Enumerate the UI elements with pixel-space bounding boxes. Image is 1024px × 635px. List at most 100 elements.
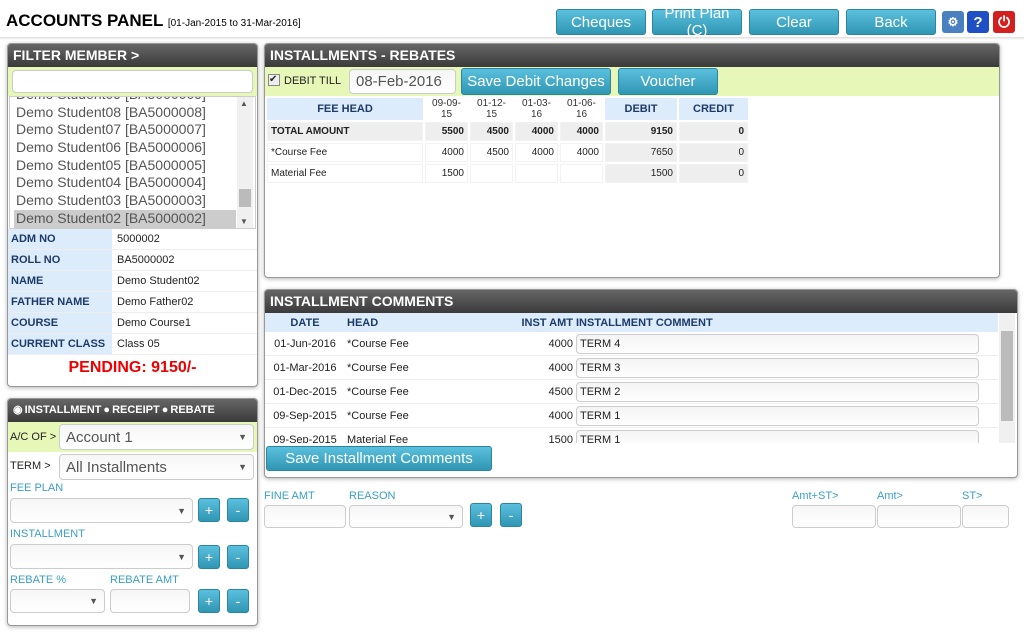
installments-rebates-panel: INSTALLMENTS - REBATES ✔ DEBIT TILL 08-F… [264, 43, 1000, 278]
radio-installment[interactable]: ◉ [13, 399, 23, 422]
installment-add-button[interactable]: + [198, 545, 220, 569]
fine-amt-label: FINE AMT [264, 490, 315, 502]
student-list-item[interactable]: Demo Student09 [BA5000009] [14, 97, 236, 104]
fee-cell: 4500 [470, 122, 513, 141]
panel-header: FILTER MEMBER > [8, 44, 257, 67]
amt-input[interactable] [877, 505, 961, 528]
comment-input[interactable]: TERM 2 [576, 381, 979, 402]
account-select[interactable]: Account 1 [59, 424, 254, 450]
fee-plan-label: FEE PLAN [10, 482, 64, 494]
fee-plan-remove-button[interactable]: - [227, 498, 249, 522]
column-header: CREDIT [679, 98, 748, 120]
list-scrollbar[interactable]: ▲ ▼ [237, 97, 253, 228]
fee-table-row: TOTAL AMOUNT 5500 4500 4000 4000 9150 0 [267, 122, 748, 141]
rebate-pct-label: REBATE % [10, 574, 67, 586]
comment-input[interactable]: TERM 4 [576, 333, 979, 354]
comment-inst-amt: 4000 [548, 337, 573, 350]
rebate-pct-select[interactable] [10, 589, 105, 613]
student-list-item[interactable]: Demo Student05 [BA5000005] [14, 157, 236, 175]
back-button[interactable]: Back [846, 9, 936, 35]
radio-rebate[interactable]: ● [162, 399, 169, 422]
info-value: Class 05 [117, 338, 160, 350]
fine-remove-button[interactable]: - [500, 503, 522, 527]
rebate-amt-input[interactable] [110, 589, 190, 613]
installment-label: INSTALLMENT [10, 528, 85, 540]
student-list-item[interactable]: Demo Student06 [BA5000006] [14, 139, 236, 157]
column-header: 01-03-16 [515, 98, 558, 120]
comment-head: *Course Fee [347, 361, 409, 374]
fee-cell [470, 164, 513, 183]
student-list-item[interactable]: Demo Student03 [BA5000003] [14, 192, 236, 210]
help-icon[interactable]: ? [967, 11, 989, 33]
comment-input[interactable]: TERM 3 [576, 357, 979, 378]
fine-add-button[interactable]: + [470, 503, 492, 527]
comment-head: *Course Fee [347, 385, 409, 398]
student-list-item[interactable]: Demo Student08 [BA5000008] [14, 104, 236, 122]
fee-cell: 7650 [605, 143, 677, 162]
column-header: DEBIT [605, 98, 677, 120]
fine-amt-input[interactable] [264, 505, 346, 528]
installment-select[interactable] [10, 544, 193, 569]
member-search-input[interactable] [12, 70, 253, 93]
info-row: ADM NO 5000002 [8, 229, 257, 250]
installment-remove-button[interactable]: - [227, 545, 249, 569]
fee-cell: 1500 [605, 164, 677, 183]
comment-row: 09-Sep-2015 Material Fee 1500 TERM 1 [265, 428, 998, 443]
comment-input[interactable]: TERM 1 [576, 405, 979, 426]
amt-st-input[interactable] [792, 505, 876, 528]
fee-plan-select[interactable] [10, 498, 193, 523]
student-list[interactable]: Demo Student09 [BA5000009]Demo Student08… [9, 96, 256, 229]
fee-cell: 0 [679, 143, 748, 162]
radio-label: REBATE [170, 404, 215, 416]
save-installment-comments-button[interactable]: Save Installment Comments [266, 446, 492, 471]
fee-cell: 1500 [425, 164, 468, 183]
scroll-thumb[interactable] [239, 189, 251, 207]
scroll-up-icon[interactable]: ▲ [240, 99, 248, 108]
rebate-add-button[interactable]: + [198, 589, 220, 613]
student-list-item[interactable]: Demo Student07 [BA5000007] [14, 121, 236, 139]
student-list-item[interactable]: Demo Student02 [BA5000002] [14, 209, 236, 228]
fee-cell: TOTAL AMOUNT [267, 122, 423, 141]
amt-st-label: Amt+ST> [792, 490, 839, 502]
comments-scrollbar[interactable] [999, 313, 1015, 443]
column-header: 01-12-15 [470, 98, 513, 120]
column-header: 01-06-16 [560, 98, 603, 120]
account-value: Account 1 [66, 428, 133, 446]
comment-inst-amt: 1500 [548, 433, 573, 444]
save-debit-changes-button[interactable]: Save Debit Changes [461, 68, 611, 95]
debit-till-checkbox[interactable]: ✔ [268, 74, 280, 86]
fee-cell: 4000 [560, 122, 603, 141]
settings-monitor-icon[interactable]: ⚙ [942, 11, 964, 33]
info-row: ROLL NO BA5000002 [8, 250, 257, 271]
fee-cell: 0 [679, 164, 748, 183]
comment-input[interactable]: TERM 1 [576, 429, 979, 443]
student-list-item[interactable]: Demo Student04 [BA5000004] [14, 174, 236, 192]
fee-table: FEE HEAD 09-09-15 01-12-15 01-03-16 01-06-16… [265, 96, 750, 185]
fee-table-row: Material Fee 1500 1500 0 [267, 164, 748, 183]
print-plan-button[interactable]: Print Plan (C) [652, 5, 742, 39]
rebate-remove-button[interactable]: - [227, 589, 249, 613]
column-header: FEE HEAD [267, 98, 423, 120]
voucher-button[interactable]: Voucher [618, 68, 718, 95]
scroll-thumb[interactable] [1001, 331, 1013, 421]
power-icon[interactable]: ⏻ [993, 11, 1015, 33]
column-header: DATE [290, 316, 320, 329]
cheques-button[interactable]: Cheques [556, 9, 646, 35]
scroll-down-icon[interactable]: ▼ [240, 217, 248, 226]
debit-till-date: 08-Feb-2016 [356, 73, 442, 90]
radio-label: RECEIPT [112, 404, 160, 416]
st-input[interactable] [962, 505, 1009, 528]
info-label: ADM NO [8, 229, 112, 249]
period-text: [01-Jan-2015 to 31-Mar-2016] [167, 18, 301, 29]
info-value: Demo Course1 [117, 317, 191, 329]
fee-plan-add-button[interactable]: + [198, 498, 220, 522]
clear-button[interactable]: Clear [749, 9, 839, 35]
info-label: NAME [8, 271, 112, 291]
filter-member-panel: FILTER MEMBER > Demo Student09 [BA500000… [7, 43, 258, 387]
reason-select[interactable] [349, 505, 463, 528]
term-select[interactable]: All Installments [59, 454, 254, 480]
comment-inst-amt: 4000 [548, 361, 573, 374]
debit-till-date-input[interactable]: 08-Feb-2016 [349, 69, 456, 94]
fee-cell: 4000 [560, 143, 603, 162]
radio-receipt[interactable]: ● [103, 399, 110, 422]
